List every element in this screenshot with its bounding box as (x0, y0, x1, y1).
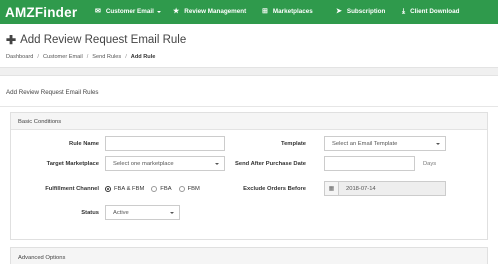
nav-review-management[interactable]: ★ Review Management (173, 8, 246, 15)
target-marketplace-value: Select one marketplace (113, 161, 174, 167)
calendar-icon[interactable]: ▦ (324, 181, 339, 196)
basic-conditions-box: Basic Conditions Rule Name Template Sele… (10, 112, 488, 240)
rule-name-input[interactable] (105, 136, 225, 151)
panel-divider (0, 106, 498, 107)
fulfillment-option-fbm[interactable]: FBM (178, 186, 200, 192)
sitemap-icon: ⊞ (262, 8, 268, 15)
target-marketplace-label: Target Marketplace (46, 161, 99, 167)
paper-plane-icon: ➤ (336, 8, 342, 15)
radio-unchecked-icon (151, 186, 158, 192)
breadcrumb-separator: / (125, 54, 127, 60)
star-icon: ★ (173, 8, 180, 15)
breadcrumb-customer-email[interactable]: Customer Email (43, 54, 83, 60)
breadcrumb-dashboard[interactable]: Dashboard (6, 54, 33, 60)
breadcrumb-separator: / (37, 54, 39, 60)
breadcrumb-add-rule: Add Rule (130, 54, 156, 60)
advanced-options-header[interactable]: Advanced Options (11, 248, 487, 264)
envelope-icon: ✉ (95, 8, 101, 15)
nav-review-management-label: Review Management (184, 8, 247, 15)
page-title-text: Add Review Request Email Rule (20, 34, 187, 46)
template-label: Template (280, 141, 306, 147)
rule-name-label: Rule Name (69, 141, 99, 147)
nav-client-download-label: Client Download (410, 8, 460, 15)
rule-panel: Add Review Request Email Rules Basic Con… (0, 75, 498, 264)
chevron-down-icon (215, 163, 219, 165)
brand-logo[interactable]: AMZFinder (0, 5, 80, 20)
top-navbar: AMZFinder ✉ Customer Email ★ Review Mana… (0, 0, 498, 24)
radio-unchecked-icon (178, 186, 185, 192)
radio-checked-icon (105, 186, 111, 192)
fulfillment-channel-label: Fulfillment Channel (45, 186, 99, 192)
fulfillment-option-fba-fbm[interactable]: FBA & FBM (105, 186, 144, 192)
nav-marketplaces[interactable]: ⊞ Marketplaces (262, 8, 313, 15)
fulfillment-option-label: FBM (187, 186, 200, 192)
page-title: ✚ Add Review Request Email Rule (6, 34, 186, 46)
exclude-orders-label: Exclude Orders Before (243, 186, 306, 192)
send-after-label: Send After Purchase Date (235, 161, 306, 167)
nav-customer-email[interactable]: ✉ Customer Email (95, 8, 161, 15)
fulfillment-option-label: FBA (160, 186, 172, 192)
fulfillment-option-label: FBA & FBM (114, 186, 145, 192)
nav-subscription-label: Subscription (346, 8, 386, 15)
fulfillment-option-fba[interactable]: FBA (151, 186, 172, 192)
chevron-down-icon (436, 143, 440, 145)
nav-subscription[interactable]: ➤ Subscription (336, 8, 385, 15)
chevron-down-icon (156, 10, 161, 13)
target-marketplace-select[interactable]: Select one marketplace (105, 156, 225, 171)
breadcrumb-separator: / (86, 54, 89, 60)
exclude-orders-date-input[interactable]: 2018-07-14 (338, 181, 446, 196)
status-select-value: Active (113, 210, 129, 216)
breadcrumb-send-rules[interactable]: Send Rules (92, 54, 121, 60)
advanced-options-box[interactable]: Advanced Options (10, 247, 488, 264)
fulfillment-radio-group: FBA & FBM FBA FBM (105, 186, 207, 192)
page-header: ✚ Add Review Request Email Rule Dashboar… (0, 24, 498, 68)
download-icon: ⤓ (402, 8, 406, 15)
status-label: Status (81, 210, 99, 216)
days-label: Days (423, 161, 437, 167)
chevron-down-icon (170, 212, 174, 214)
nav-customer-email-label: Customer Email (105, 8, 154, 15)
nav-marketplaces-label: Marketplaces (272, 8, 313, 15)
template-select-value: Select an Email Template (332, 141, 398, 147)
plus-icon: ✚ (6, 33, 17, 47)
panel-title: Add Review Request Email Rules (6, 89, 99, 96)
template-select[interactable]: Select an Email Template (324, 136, 446, 151)
send-after-input[interactable] (324, 156, 415, 171)
breadcrumb: Dashboard / Customer Email / Send Rules … (6, 54, 155, 60)
basic-conditions-header: Basic Conditions (11, 113, 487, 130)
status-select[interactable]: Active (105, 205, 180, 220)
nav-client-download[interactable]: ⤓ Client Download (402, 8, 459, 15)
